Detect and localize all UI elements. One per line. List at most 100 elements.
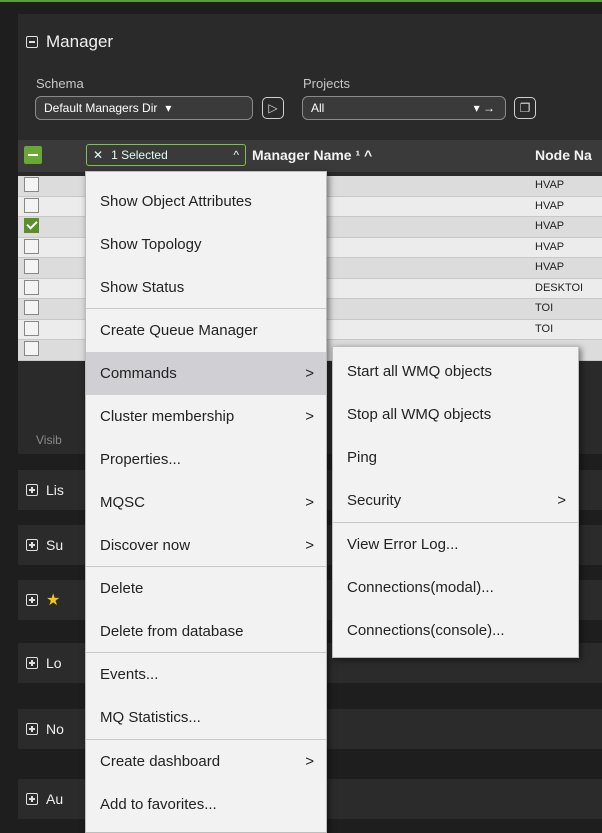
menu-item-label: View Error Log...: [347, 536, 459, 553]
schema-value: Default Managers Dir: [44, 101, 158, 115]
col-manager-name[interactable]: Manager Name ¹ ^: [252, 147, 372, 163]
visible-count-label: Visib: [36, 433, 62, 447]
col-node-name[interactable]: Node Na: [535, 147, 592, 163]
selected-pill[interactable]: ✕ 1 Selected ^: [86, 144, 246, 166]
menu-item-create-dashboard[interactable]: Create dashboard >: [86, 740, 326, 783]
section-label: Au: [46, 791, 64, 807]
submenu-item-connections-console[interactable]: Connections(console)...: [333, 609, 578, 652]
expand-icon[interactable]: [26, 539, 38, 551]
section-label: Su: [46, 537, 64, 553]
expand-icon[interactable]: [26, 594, 38, 606]
menu-item-label: Create dashboard: [100, 753, 221, 770]
submenu-item-start-all[interactable]: Start all WMQ objects: [333, 350, 578, 393]
chevron-right-icon: >: [305, 537, 314, 554]
row-checkbox[interactable]: [24, 300, 39, 315]
panel-title: Manager: [46, 32, 114, 51]
node-cell: HVAP: [535, 220, 565, 232]
row-checkbox[interactable]: [24, 341, 39, 356]
submenu-item-stop-all[interactable]: Stop all WMQ objects: [333, 393, 578, 436]
menu-item-label: Show Status: [100, 279, 185, 296]
submenu-item-ping[interactable]: Ping: [333, 436, 578, 479]
chevron-right-icon: >: [305, 753, 314, 770]
expand-icon[interactable]: [26, 793, 38, 805]
menu-item-label: MQSC: [100, 494, 145, 511]
schema-label: Schema: [36, 76, 84, 91]
menu-item-mq-statistics[interactable]: MQ Statistics...: [86, 696, 326, 739]
section-label: Lis: [46, 482, 64, 498]
menu-item-label: Connections(console)...: [347, 622, 505, 639]
projects-value: All: [311, 101, 325, 115]
node-cell: TOI: [535, 322, 554, 335]
menu-item-label: Create Queue Manager: [100, 322, 258, 339]
star-icon: ★: [46, 592, 61, 609]
menu-item-label: Connections(modal)...: [347, 579, 494, 596]
menu-item-add-to-favorites[interactable]: Add to favorites...: [86, 783, 326, 826]
menu-item-label: Delete from database: [100, 623, 244, 640]
menu-item-discover-now[interactable]: Discover now >: [86, 524, 326, 567]
menu-item-label: Start all WMQ objects: [347, 363, 493, 380]
menu-item-label: Show Object Attributes: [100, 193, 252, 210]
submenu-item-security[interactable]: Security >: [333, 479, 578, 522]
row-checkbox[interactable]: [24, 320, 39, 336]
clear-selection-icon[interactable]: ✕: [93, 148, 103, 162]
menu-item-label: Ping: [347, 449, 378, 466]
chevron-right-icon: >: [305, 408, 314, 425]
node-cell: TOI: [535, 302, 554, 314]
menu-item-events[interactable]: Events...: [86, 653, 326, 696]
menu-item-label: Add to favorites...: [100, 796, 217, 813]
panel-header[interactable]: Manager: [26, 32, 113, 52]
collapse-icon[interactable]: [26, 36, 38, 48]
context-menu: Show Object Attributes Show Topology Sho…: [85, 171, 327, 833]
menu-item-label: Stop all WMQ objects: [347, 406, 492, 423]
schema-select[interactable]: Default Managers Dir ▾: [35, 96, 253, 120]
menu-item-show-object-attributes[interactable]: Show Object Attributes: [86, 180, 326, 223]
chevron-right-icon: >: [305, 494, 314, 511]
menu-item-label: Events...: [100, 666, 159, 683]
node-cell: HVAP: [535, 240, 565, 253]
row-checkbox[interactable]: [24, 197, 39, 213]
section-label: No: [46, 721, 64, 737]
node-cell: HVAP: [535, 261, 565, 273]
menu-item-label: MQ Statistics...: [100, 709, 201, 726]
select-all-checkbox[interactable]: [24, 146, 42, 164]
menu-item-label: Commands: [100, 365, 177, 382]
menu-item-mqsc[interactable]: MQSC >: [86, 481, 326, 524]
expand-icon[interactable]: [26, 723, 38, 735]
menu-item-label: Discover now: [100, 537, 191, 554]
row-checkbox[interactable]: [24, 218, 39, 233]
commands-submenu: Start all WMQ objects Stop all WMQ objec…: [332, 346, 579, 658]
menu-item-delete[interactable]: Delete: [86, 567, 326, 610]
menu-item-label: Cluster membership: [100, 408, 235, 425]
menu-item-properties[interactable]: Properties...: [86, 438, 326, 481]
projects-copy-icon[interactable]: ❐: [514, 97, 536, 119]
selected-count: 1 Selected: [111, 148, 168, 162]
menu-item-label: Delete: [100, 580, 144, 597]
node-cell: HVAP: [535, 179, 565, 191]
menu-item-cluster-membership[interactable]: Cluster membership >: [86, 395, 326, 438]
top-accent-line: [0, 0, 602, 2]
menu-item-commands[interactable]: Commands >: [86, 352, 326, 395]
projects-select[interactable]: All ▾ →: [302, 96, 506, 120]
schema-edit-icon[interactable]: ▷: [262, 97, 284, 119]
chevron-down-icon: ▾ →: [473, 101, 495, 115]
projects-label: Projects: [303, 76, 350, 91]
menu-item-label: Properties...: [100, 451, 181, 468]
chevron-right-icon: >: [305, 365, 314, 382]
row-checkbox[interactable]: [24, 279, 39, 295]
expand-icon[interactable]: [26, 484, 38, 496]
menu-item-label: Show Topology: [100, 236, 202, 253]
node-cell: HVAP: [535, 199, 565, 212]
submenu-item-connections-modal[interactable]: Connections(modal)...: [333, 566, 578, 609]
menu-item-create-queue-manager[interactable]: Create Queue Manager: [86, 309, 326, 352]
submenu-item-view-error-log[interactable]: View Error Log...: [333, 523, 578, 566]
row-checkbox[interactable]: [24, 259, 39, 274]
node-cell: DESKTOI: [535, 281, 584, 294]
menu-item-show-topology[interactable]: Show Topology: [86, 223, 326, 266]
chevron-down-icon: ▾: [165, 101, 172, 115]
menu-item-label: Security: [347, 492, 402, 509]
menu-item-show-status[interactable]: Show Status: [86, 266, 326, 309]
row-checkbox[interactable]: [24, 177, 39, 192]
row-checkbox[interactable]: [24, 238, 39, 254]
expand-icon[interactable]: [26, 657, 38, 669]
menu-item-delete-from-database[interactable]: Delete from database: [86, 610, 326, 653]
